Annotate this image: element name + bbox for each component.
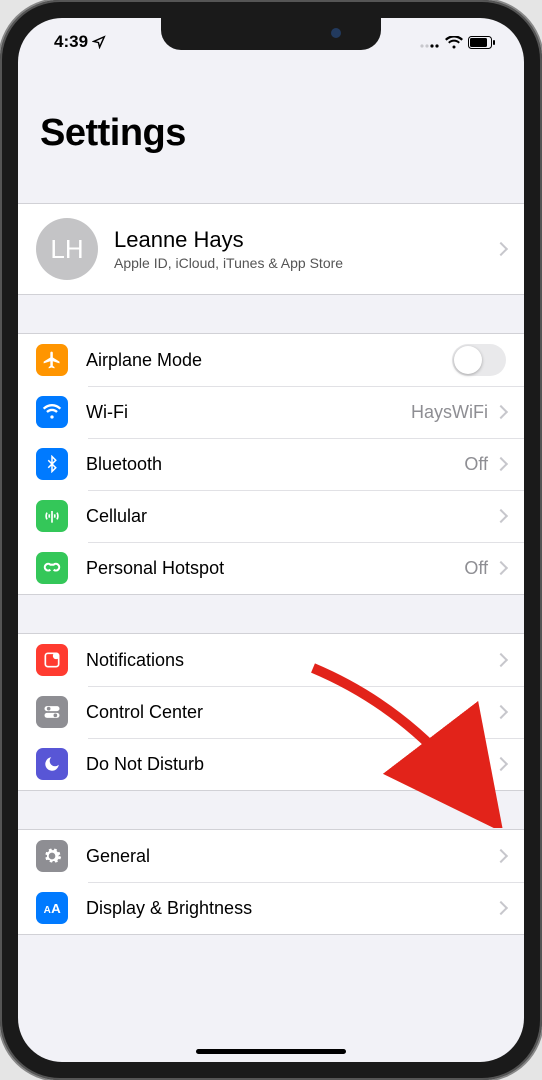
control-center-label: Control Center <box>86 702 496 723</box>
airplane-icon <box>36 344 68 376</box>
hotspot-value: Off <box>464 558 488 579</box>
notifications-group: Notifications Control Center Do Not Dist… <box>18 633 524 791</box>
page-header: Settings <box>18 66 524 165</box>
location-arrow-icon <box>92 35 106 49</box>
section-gap <box>18 295 524 333</box>
bluetooth-row[interactable]: Bluetooth Off <box>18 438 524 490</box>
gear-icon <box>36 840 68 872</box>
screen: 4:39 Settings LH Leanne Hays Apple <box>18 18 524 1062</box>
chevron-right-icon <box>494 457 508 471</box>
svg-text:A: A <box>44 905 51 916</box>
section-gap <box>18 165 524 203</box>
display-brightness-row[interactable]: AA Display & Brightness <box>18 882 524 934</box>
notifications-icon <box>36 644 68 676</box>
chevron-right-icon <box>494 849 508 863</box>
svg-text:A: A <box>51 901 61 916</box>
chevron-right-icon <box>494 901 508 915</box>
status-time: 4:39 <box>54 32 88 52</box>
notifications-row[interactable]: Notifications <box>18 634 524 686</box>
page-title: Settings <box>40 112 502 155</box>
profile-row[interactable]: LH Leanne Hays Apple ID, iCloud, iTunes … <box>18 204 524 294</box>
airplane-label: Airplane Mode <box>86 350 452 371</box>
chevron-right-icon <box>494 561 508 575</box>
chevron-right-icon <box>494 405 508 419</box>
chevron-right-icon <box>494 242 508 256</box>
profile-name: Leanne Hays <box>114 227 496 253</box>
wifi-settings-icon <box>36 396 68 428</box>
text-size-icon: AA <box>36 892 68 924</box>
section-gap <box>18 595 524 633</box>
chevron-right-icon <box>494 653 508 667</box>
dnd-label: Do Not Disturb <box>86 754 496 775</box>
airplane-mode-row[interactable]: Airplane Mode <box>18 334 524 386</box>
connectivity-group: Airplane Mode Wi-Fi HaysWiFi Bluetooth O… <box>18 333 524 595</box>
chevron-right-icon <box>494 705 508 719</box>
control-center-icon <box>36 696 68 728</box>
moon-icon <box>36 748 68 780</box>
general-row[interactable]: General <box>18 830 524 882</box>
general-label: General <box>86 846 496 867</box>
avatar: LH <box>36 218 98 280</box>
notch <box>161 18 381 50</box>
profile-group: LH Leanne Hays Apple ID, iCloud, iTunes … <box>18 203 524 295</box>
wifi-icon <box>445 36 463 49</box>
wifi-value: HaysWiFi <box>411 402 488 423</box>
notifications-label: Notifications <box>86 650 496 671</box>
wifi-label: Wi-Fi <box>86 402 411 423</box>
airplane-toggle[interactable] <box>452 344 506 376</box>
cellular-label: Cellular <box>86 506 496 527</box>
hotspot-icon <box>36 552 68 584</box>
home-indicator[interactable] <box>196 1049 346 1054</box>
hotspot-label: Personal Hotspot <box>86 558 464 579</box>
cellular-icon <box>36 500 68 532</box>
bluetooth-label: Bluetooth <box>86 454 464 475</box>
do-not-disturb-row[interactable]: Do Not Disturb <box>18 738 524 790</box>
avatar-initials: LH <box>50 234 83 265</box>
signal-icon <box>420 36 440 48</box>
display-label: Display & Brightness <box>86 898 496 919</box>
phone-frame: 4:39 Settings LH Leanne Hays Apple <box>0 0 542 1080</box>
wifi-row[interactable]: Wi-Fi HaysWiFi <box>18 386 524 438</box>
battery-icon <box>468 36 496 49</box>
chevron-right-icon <box>494 757 508 771</box>
cellular-row[interactable]: Cellular <box>18 490 524 542</box>
general-group: General AA Display & Brightness <box>18 829 524 935</box>
control-center-row[interactable]: Control Center <box>18 686 524 738</box>
section-gap <box>18 791 524 829</box>
bluetooth-icon <box>36 448 68 480</box>
chevron-right-icon <box>494 509 508 523</box>
hotspot-row[interactable]: Personal Hotspot Off <box>18 542 524 594</box>
bluetooth-value: Off <box>464 454 488 475</box>
profile-subtitle: Apple ID, iCloud, iTunes & App Store <box>114 255 496 271</box>
